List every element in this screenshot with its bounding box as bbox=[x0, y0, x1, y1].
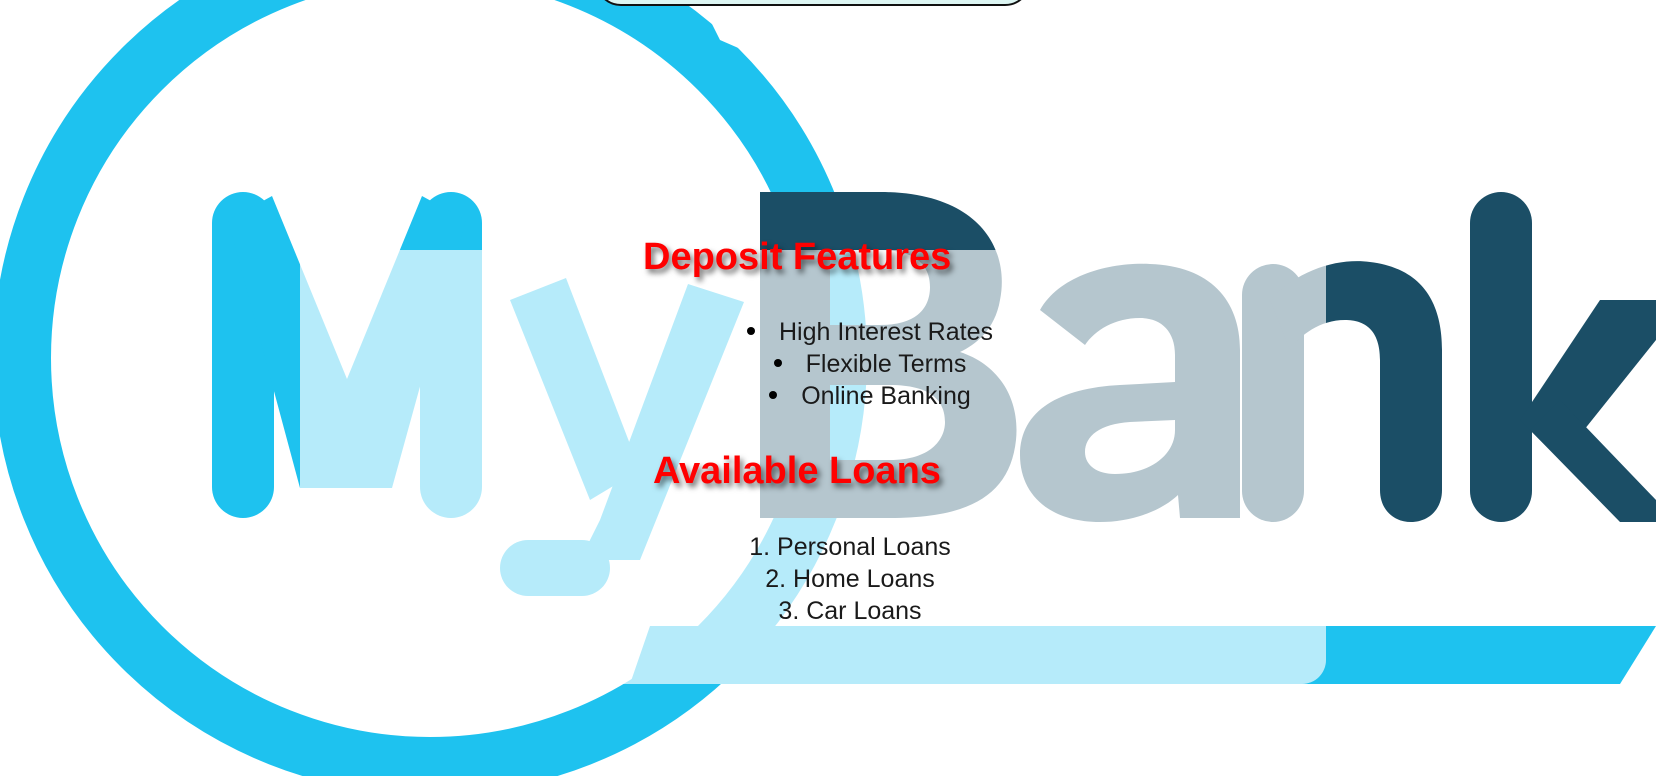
list-item-label: Online Banking bbox=[801, 382, 971, 410]
deposit-features-list: High Interest Rates Flexible Terms Onlin… bbox=[700, 316, 1040, 412]
bullet-icon bbox=[769, 391, 778, 400]
list-item: Flexible Terms bbox=[700, 348, 1040, 380]
available-loans-heading: Available Loans bbox=[653, 450, 941, 492]
list-item-label: High Interest Rates bbox=[779, 318, 993, 346]
list-item: 3. Car Loans bbox=[778, 597, 922, 625]
top-tab[interactable] bbox=[595, 0, 1031, 6]
list-item: High Interest Rates bbox=[700, 316, 1040, 348]
available-loans-list: 1. Personal Loans 2. Home Loans 3. Car L… bbox=[700, 531, 1000, 627]
list-item: 1. Personal Loans bbox=[749, 533, 951, 561]
list-item: Online Banking bbox=[700, 380, 1040, 412]
logo-letter-k bbox=[1470, 192, 1656, 522]
list-item: 2. Home Loans bbox=[765, 565, 935, 593]
list-item-label: Flexible Terms bbox=[805, 350, 967, 378]
page: Deposit Features High Interest Rates Fle… bbox=[0, 0, 1656, 776]
deposit-features-heading: Deposit Features bbox=[643, 236, 952, 278]
bullet-icon bbox=[747, 327, 755, 336]
bullet-icon bbox=[773, 359, 782, 368]
